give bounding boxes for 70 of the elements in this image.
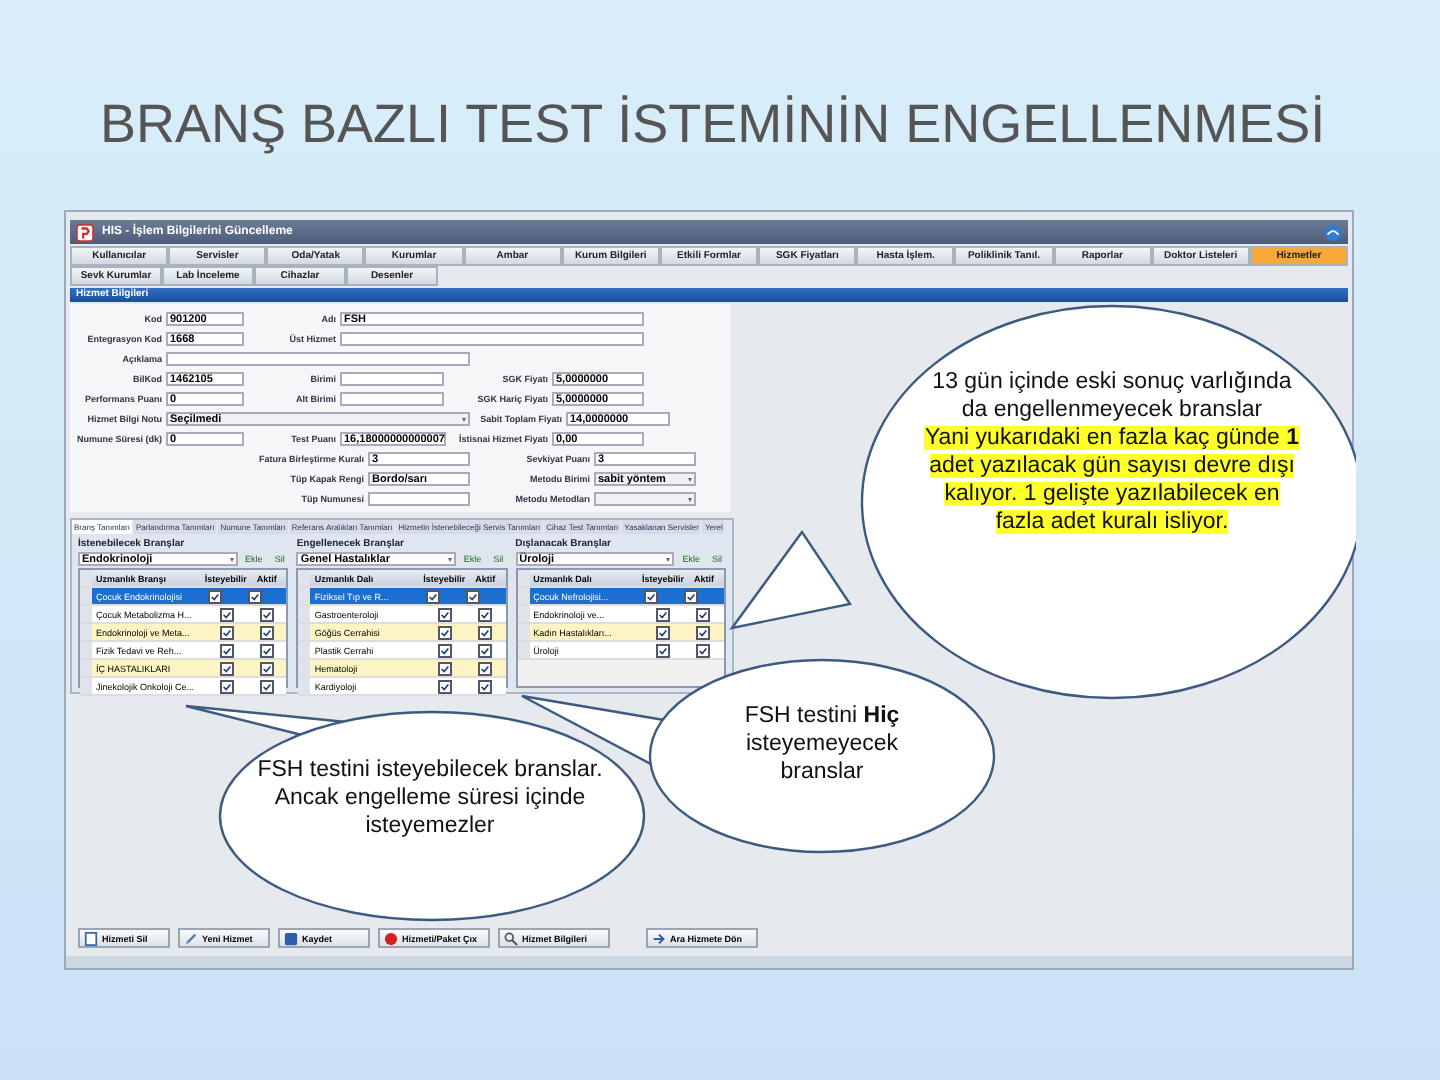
row-header-cell[interactable] [80, 588, 92, 604]
checkbox[interactable] [466, 589, 481, 603]
caret-icon [229, 558, 234, 562]
caret-icon [447, 558, 452, 562]
checkbox[interactable] [259, 661, 274, 675]
row-header-cell[interactable] [517, 588, 530, 604]
callout-text: 13 gün içinde eski sonuç varlığında da engellenmeyecek branslar [930, 368, 1294, 424]
checkbox[interactable] [696, 625, 711, 639]
row-header-cell[interactable] [298, 678, 311, 694]
checkbox[interactable] [247, 589, 262, 603]
checkbox[interactable] [259, 625, 274, 639]
row-header-cell[interactable] [80, 606, 92, 622]
checkbox[interactable] [219, 643, 234, 657]
checkbox[interactable] [259, 643, 274, 657]
checkbox[interactable] [478, 661, 493, 675]
checkbox[interactable] [478, 607, 493, 621]
checkbox[interactable] [438, 661, 453, 675]
row-header-cell[interactable] [298, 624, 311, 640]
pen-icon [184, 931, 198, 945]
app-icon [76, 223, 94, 241]
row-header-cell[interactable] [298, 660, 311, 676]
document-icon [84, 931, 98, 945]
checkbox[interactable] [426, 589, 441, 603]
checkbox[interactable] [656, 607, 671, 621]
caret-icon [688, 497, 692, 501]
checkbox[interactable] [259, 679, 274, 693]
checkbox[interactable] [478, 643, 493, 657]
checkbox[interactable] [478, 679, 493, 693]
row-header-cell[interactable] [517, 624, 530, 640]
search-icon [504, 931, 518, 945]
row-header-cell[interactable] [80, 678, 92, 694]
checkbox[interactable] [696, 643, 711, 657]
row-header-cell[interactable] [298, 588, 311, 604]
checkbox[interactable] [219, 661, 234, 675]
row-header-cell[interactable] [80, 624, 92, 640]
stop-icon [384, 931, 398, 945]
checkbox[interactable] [438, 679, 453, 693]
checkbox[interactable] [684, 589, 699, 603]
checkbox[interactable] [259, 607, 274, 621]
checkbox[interactable] [696, 607, 711, 621]
slide-title: BRANŞ BAZLI TEST İSTEMİNİN ENGELLENMESİ [100, 92, 1326, 156]
input-field[interactable] [368, 491, 470, 505]
checkbox[interactable] [438, 643, 453, 657]
caret-icon [462, 417, 466, 421]
logo-icon [1324, 223, 1342, 241]
row-header-cell[interactable] [80, 660, 92, 676]
checkbox[interactable] [656, 625, 671, 639]
checkbox[interactable] [438, 607, 453, 621]
row-header-cell[interactable] [298, 606, 311, 622]
callout-text: FSH testini isteyebilecek branslar. Ancak engelleme süresi içinde isteyemezler [255, 756, 605, 840]
checkbox[interactable] [219, 625, 234, 639]
input-field[interactable] [166, 351, 470, 365]
input-field[interactable] [340, 391, 444, 405]
input-field[interactable] [340, 331, 644, 345]
caret-icon [666, 558, 671, 562]
checkbox[interactable] [438, 625, 453, 639]
caret-icon [688, 477, 692, 481]
row-header-cell[interactable] [517, 606, 530, 622]
row-header-cell[interactable] [298, 642, 311, 658]
checkbox[interactable] [644, 589, 659, 603]
input-field[interactable] [340, 371, 444, 385]
checkbox[interactable] [219, 607, 234, 621]
checkbox[interactable] [219, 679, 234, 693]
callout-text: FSH testini Hiç isteyemeyecek branslar [742, 702, 902, 786]
arrow-icon [652, 931, 666, 945]
checkbox[interactable] [207, 589, 222, 603]
checkbox[interactable] [478, 625, 493, 639]
checkbox[interactable] [656, 643, 671, 657]
row-header-cell[interactable] [517, 642, 530, 658]
row-header-cell[interactable] [80, 642, 92, 658]
